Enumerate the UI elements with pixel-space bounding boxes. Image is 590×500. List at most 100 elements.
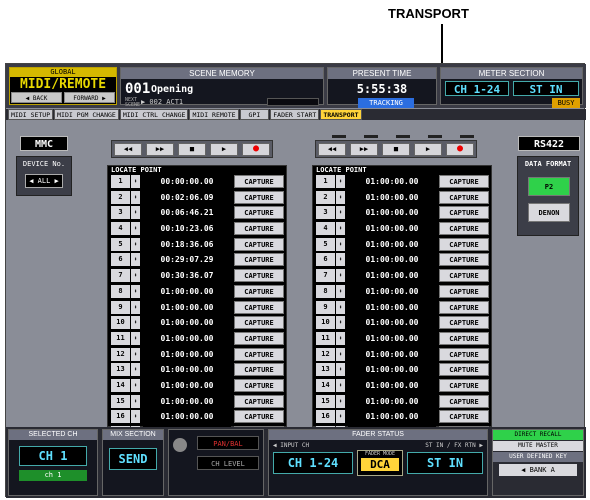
locate-point-timecode[interactable]: 01:00:00.00 xyxy=(348,410,436,424)
locate-point-timecode[interactable]: 00:30:36.07 xyxy=(143,269,231,283)
fader-st-in-button[interactable]: ST IN xyxy=(407,452,483,474)
capture-button[interactable]: CAPTURE xyxy=(234,284,284,298)
pan-bal-button[interactable]: PAN/BAL xyxy=(197,436,259,450)
up-down-icon[interactable]: ⬍ xyxy=(336,206,345,220)
up-down-icon[interactable]: ⬍ xyxy=(131,331,140,345)
up-down-icon[interactable]: ⬍ xyxy=(336,316,345,330)
up-down-icon[interactable]: ⬍ xyxy=(131,316,140,330)
forward-button[interactable]: FORWARD ▶ xyxy=(64,92,115,103)
capture-button[interactable]: CAPTURE xyxy=(439,237,489,251)
up-down-icon[interactable]: ⬍ xyxy=(336,410,345,424)
up-down-icon[interactable]: ⬍ xyxy=(336,394,345,408)
record-icon[interactable]: ● xyxy=(446,143,474,156)
locate-point-timecode[interactable]: 00:02:06.09 xyxy=(143,190,231,204)
up-down-icon[interactable]: ⬍ xyxy=(131,300,140,314)
capture-button[interactable]: CAPTURE xyxy=(234,347,284,361)
tracking-indicator[interactable]: TRACKING xyxy=(358,98,414,108)
locate-point-timecode[interactable]: 01:00:00.00 xyxy=(143,300,231,314)
locate-point-timecode[interactable]: 01:00:00.00 xyxy=(143,284,231,298)
locate-point-timecode[interactable]: 01:00:00.00 xyxy=(143,331,231,345)
up-down-icon[interactable]: ⬍ xyxy=(131,237,140,251)
direct-recall-label[interactable]: DIRECT RECALL xyxy=(493,430,583,440)
locate-point-timecode[interactable]: 00:06:46.21 xyxy=(143,206,231,220)
up-down-icon[interactable]: ⬍ xyxy=(131,394,140,408)
locate-point-timecode[interactable]: 01:00:00.00 xyxy=(348,363,436,377)
capture-button[interactable]: CAPTURE xyxy=(234,300,284,314)
up-down-icon[interactable]: ⬍ xyxy=(131,253,140,267)
stop-icon[interactable]: ■ xyxy=(178,143,206,156)
selected-ch-button[interactable]: CH 1 xyxy=(19,446,87,466)
capture-button[interactable]: CAPTURE xyxy=(439,347,489,361)
device-number-selector[interactable]: ◀ ALL ▶ xyxy=(25,174,63,188)
locate-point-timecode[interactable]: 00:18:36.06 xyxy=(143,237,231,251)
up-down-icon[interactable]: ⬍ xyxy=(131,378,140,392)
up-down-icon[interactable]: ⬍ xyxy=(336,331,345,345)
up-down-icon[interactable]: ⬍ xyxy=(336,269,345,283)
mute-master-label[interactable]: MUTE MASTER xyxy=(493,441,583,451)
up-down-icon[interactable]: ⬍ xyxy=(131,175,140,188)
rewind-icon[interactable]: ◀◀ xyxy=(318,143,346,156)
capture-button[interactable]: CAPTURE xyxy=(234,331,284,345)
scene-memory-box[interactable]: SCENE MEMORY 001 Opening NEXT SCENE ▶ 00… xyxy=(120,67,324,108)
tab-midi-ctrl-change[interactable]: MIDI CTRL CHANGE xyxy=(119,109,189,120)
fast-forward-icon[interactable]: ▶▶ xyxy=(146,143,174,156)
capture-button[interactable]: CAPTURE xyxy=(439,206,489,220)
up-down-icon[interactable]: ⬍ xyxy=(336,237,345,251)
capture-button[interactable]: CAPTURE xyxy=(439,394,489,408)
fast-forward-icon[interactable]: ▶▶ xyxy=(350,143,378,156)
locate-point-timecode[interactable]: 01:00:00.00 xyxy=(348,316,436,330)
locate-point-timecode[interactable]: 01:00:00.00 xyxy=(348,331,436,345)
capture-button[interactable]: CAPTURE xyxy=(234,222,284,236)
locate-point-timecode[interactable]: 01:00:00.00 xyxy=(143,394,231,408)
meter-ch-button[interactable]: CH 1-24 xyxy=(445,81,509,96)
capture-button[interactable]: CAPTURE xyxy=(439,300,489,314)
record-icon[interactable]: ● xyxy=(242,143,270,156)
up-down-icon[interactable]: ⬍ xyxy=(131,269,140,283)
up-down-icon[interactable]: ⬍ xyxy=(131,410,140,424)
locate-point-timecode[interactable]: 01:00:00.00 xyxy=(348,284,436,298)
capture-button[interactable]: CAPTURE xyxy=(234,363,284,377)
capture-button[interactable]: CAPTURE xyxy=(439,331,489,345)
up-down-icon[interactable]: ⬍ xyxy=(336,190,345,204)
up-down-icon[interactable]: ⬍ xyxy=(336,253,345,267)
locate-point-timecode[interactable]: 00:29:07.29 xyxy=(143,253,231,267)
locate-point-timecode[interactable]: 01:00:00.00 xyxy=(348,222,436,236)
stop-icon[interactable]: ■ xyxy=(382,143,410,156)
locate-point-timecode[interactable]: 01:00:00.00 xyxy=(143,316,231,330)
locate-point-timecode[interactable]: 01:00:00.00 xyxy=(348,253,436,267)
capture-button[interactable]: CAPTURE xyxy=(439,253,489,267)
tab-gpi[interactable]: GPI xyxy=(239,109,270,120)
capture-button[interactable]: CAPTURE xyxy=(439,269,489,283)
up-down-icon[interactable]: ⬍ xyxy=(336,347,345,361)
capture-button[interactable]: CAPTURE xyxy=(234,410,284,424)
capture-button[interactable]: CAPTURE xyxy=(439,175,489,188)
denon-button[interactable]: DENON xyxy=(528,203,570,222)
capture-button[interactable]: CAPTURE xyxy=(234,253,284,267)
up-down-icon[interactable]: ⬍ xyxy=(131,190,140,204)
meter-st-in-button[interactable]: ST IN xyxy=(513,81,579,96)
p2-button[interactable]: P2 xyxy=(528,177,570,196)
capture-button[interactable]: CAPTURE xyxy=(439,410,489,424)
locate-point-timecode[interactable]: 01:00:00.00 xyxy=(348,347,436,361)
tab-transport[interactable]: TRANSPORT xyxy=(320,109,362,120)
tab-midi-setup[interactable]: MIDI SETUP xyxy=(8,109,54,120)
locate-point-timecode[interactable]: 01:00:00.00 xyxy=(348,394,436,408)
up-down-icon[interactable]: ⬍ xyxy=(336,300,345,314)
locate-point-timecode[interactable]: 01:00:00.00 xyxy=(143,378,231,392)
rewind-icon[interactable]: ◀◀ xyxy=(114,143,142,156)
locate-point-timecode[interactable]: 01:00:00.00 xyxy=(143,363,231,377)
up-down-icon[interactable]: ⬍ xyxy=(336,222,345,236)
capture-button[interactable]: CAPTURE xyxy=(439,363,489,377)
up-down-icon[interactable]: ⬍ xyxy=(336,378,345,392)
play-icon[interactable]: ▶ xyxy=(210,143,238,156)
capture-button[interactable]: CAPTURE xyxy=(234,175,284,188)
up-down-icon[interactable]: ⬍ xyxy=(336,363,345,377)
mix-send-button[interactable]: SEND xyxy=(109,448,157,470)
capture-button[interactable]: CAPTURE xyxy=(439,222,489,236)
locate-point-timecode[interactable]: 01:00:00.00 xyxy=(143,410,231,424)
fader-ch-button[interactable]: CH 1-24 xyxy=(273,452,353,474)
capture-button[interactable]: CAPTURE xyxy=(439,284,489,298)
capture-button[interactable]: CAPTURE xyxy=(234,206,284,220)
tab-fader-start[interactable]: FADER START xyxy=(270,109,320,120)
fader-mode-box[interactable]: FADER MODE DCA xyxy=(357,450,403,476)
